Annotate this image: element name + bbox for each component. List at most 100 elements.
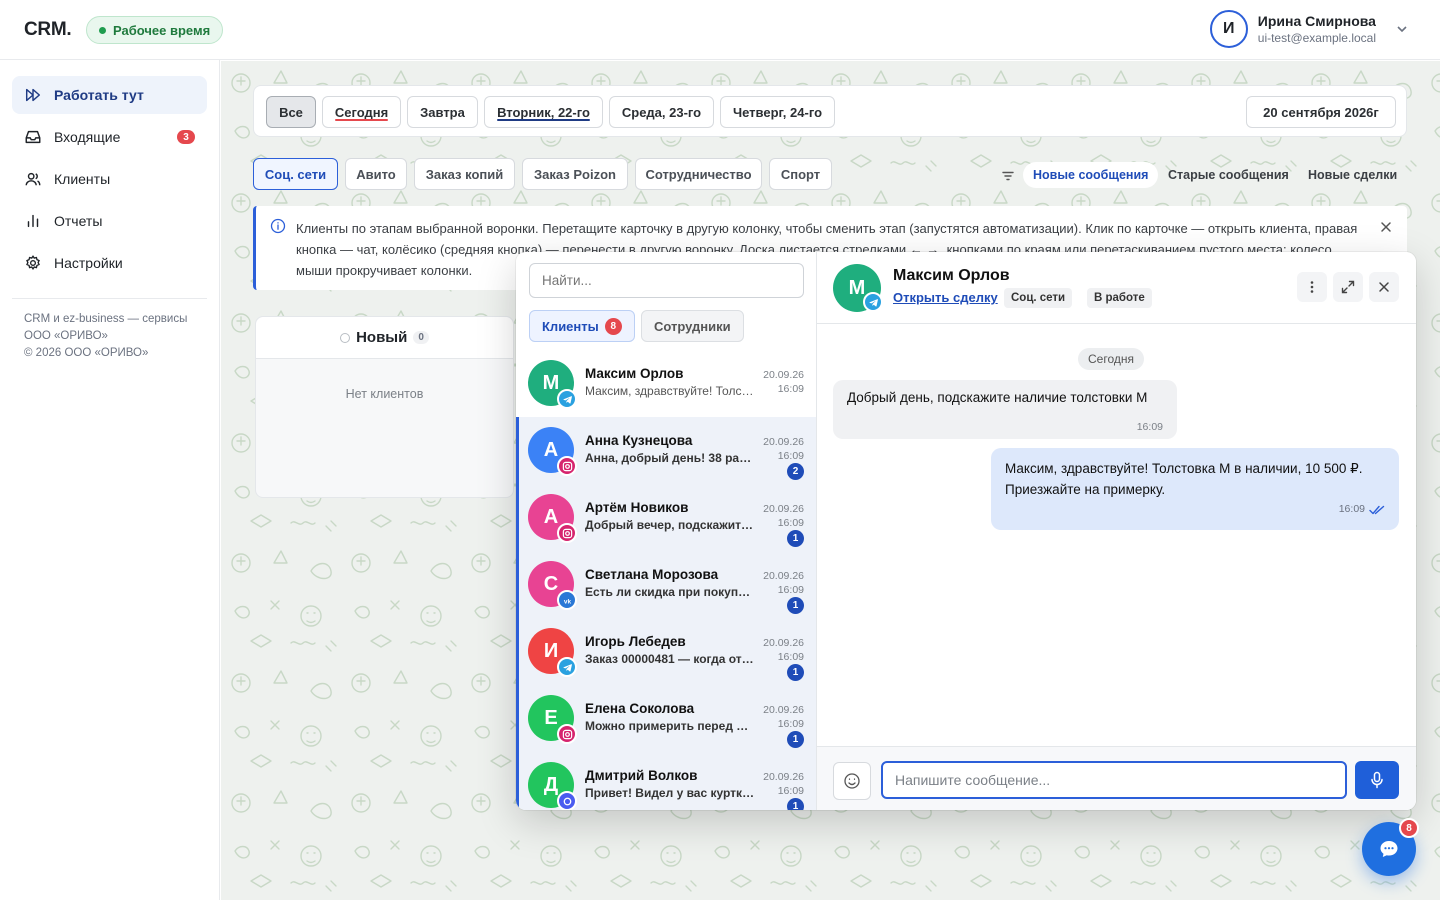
more-options-button[interactable] (1297, 272, 1327, 302)
message-preview: Заказ 00000481 — когда отправка? (585, 652, 755, 666)
message-time: 16:09 (1338, 503, 1365, 515)
day-chip-all[interactable]: Все (266, 96, 316, 128)
open-deal-link[interactable]: Открыть сделку (893, 290, 998, 305)
conversation-row[interactable]: Д Дмитрий Волков Привет! Видел у вас куртк… (516, 752, 816, 810)
funnel-chip-sport[interactable]: Спорт (769, 158, 832, 190)
emoji-button[interactable] (833, 762, 871, 800)
sort-tab-old-messages[interactable]: Старые сообщения (1158, 162, 1299, 188)
conversation-row[interactable]: Сvk Светлана Морозова Есть ли скидка при п… (516, 551, 816, 618)
message-incoming: Добрый день, подскажите наличие толстовк… (833, 380, 1177, 439)
user-menu[interactable]: И Ирина Смирнова ui-test@example.local (1209, 10, 1410, 48)
conversation-row[interactable]: ААртём НовиковДобрый вечер, подскажите п… (516, 484, 816, 551)
message-text: Максим, здравствуйте! Толстовка М в нали… (1005, 461, 1363, 497)
funnel-chip-cooperation[interactable]: Сотрудничество (635, 158, 762, 190)
vk-icon: vk (557, 590, 577, 610)
conversation-datetime: 20.09.26 16:09 (763, 368, 804, 396)
inbox-count-badge: 3 (177, 130, 195, 144)
funnel-chip-copy-orders[interactable]: Заказ копий (414, 158, 515, 190)
conversation-row[interactable]: М Максим Орлов Максим, здравствуйте! Толст… (516, 350, 816, 417)
date-picker-button[interactable]: 20 сентября 2026г (1246, 96, 1396, 128)
stage-circle-icon (340, 332, 351, 343)
conversation-row[interactable]: А Анна Кузнецова Анна, добрый день! 38 раз… (516, 417, 816, 484)
conversation-row[interactable]: И Игорь Лебедев Заказ 00000481 — когда отп… (516, 618, 816, 685)
sort-tab-new-deals[interactable]: Новые сделки (1298, 162, 1407, 188)
telegram-icon (557, 389, 577, 409)
contact-name: Светлана Морозова (585, 567, 719, 582)
sidebar-item-label: Настройки (54, 255, 123, 271)
instagram-icon (557, 724, 577, 744)
conversation-list: Клиенты 8 Сотрудники ММаксим ОрловМаксим… (516, 252, 817, 810)
status-dot-icon (99, 26, 106, 34)
sidebar-item-inbox[interactable]: Входящие 3 (12, 118, 207, 156)
conversation-view: М Максим Орлов Открыть сделку Соц. сети … (817, 252, 1416, 810)
funnel-tag: Соц. сети (1004, 288, 1073, 308)
gear-icon (26, 255, 40, 271)
footer-line: CRM и ez-business — сервисы (24, 313, 188, 325)
unread-count-badge: 1 (787, 798, 804, 810)
today-underline (335, 119, 388, 121)
clients-count-badge: 8 (604, 317, 622, 335)
day-chip-wednesday[interactable]: Среда, 23-го (609, 96, 714, 128)
conversation-date: 20.09.26 (763, 503, 804, 515)
voice-record-button[interactable] (1355, 761, 1399, 799)
kanban-column-new: Новый 0 Нет клиентов (255, 316, 514, 498)
work-status-badge[interactable]: Рабочее время (86, 16, 224, 44)
conversation-time: 16:09 (777, 785, 804, 797)
sidebar-item-clients[interactable]: Клиенты (12, 160, 207, 198)
tab-label: Сотрудники (654, 318, 731, 334)
conversation-datetime: 20.09.26 16:09 (763, 770, 804, 798)
close-icon[interactable] (1379, 220, 1393, 234)
sidebar-item-label: Входящие (54, 129, 121, 145)
sort-tab-new-messages[interactable]: Новые сообщения (1023, 162, 1159, 188)
message-preview: Анна, добрый день! 38 размер есть в нали… (585, 451, 755, 465)
top-bar: CRM. Рабочее время И Ирина Смирнова ui-t… (0, 0, 1440, 60)
conversation-row[interactable]: ЕЕлена СоколоваМожно примерить перед пок… (516, 685, 816, 752)
message-text: Добрый день, подскажите наличие толстовк… (847, 390, 1148, 405)
funnel-chip-poizon[interactable]: Заказ Poizon (522, 158, 628, 190)
svg-text:vk: vk (563, 598, 571, 605)
tab-staff[interactable]: Сотрудники (641, 310, 744, 342)
tab-clients[interactable]: Клиенты 8 (529, 310, 635, 342)
message-input[interactable] (881, 761, 1347, 799)
close-icon (1379, 282, 1389, 292)
app-logo[interactable]: CRM. (24, 19, 72, 41)
unread-count-badge: 1 (787, 597, 804, 614)
expand-button[interactable] (1333, 272, 1363, 302)
day-chip-thursday[interactable]: Четверг, 24-го (720, 96, 835, 128)
message-preview: Максим, здравствуйте! Толстовка М в нали… (585, 384, 755, 398)
tuesday-underline (497, 119, 590, 121)
sidebar-item-label: Отчеты (54, 213, 103, 229)
sidebar: Работать тут Входящие 3 Клиенты Отчеты Н… (0, 60, 220, 900)
funnel-chip-avito[interactable]: Авито (345, 158, 407, 190)
day-chip-tuesday[interactable]: Вторник, 22-го (484, 96, 603, 128)
conversation-time: 16:09 (777, 584, 804, 596)
conversation-list-header: Клиенты 8 Сотрудники (516, 252, 816, 350)
expand-icon (1341, 280, 1355, 294)
conversation-time: 16:09 (777, 651, 804, 663)
user-email: ui-test@example.local (1257, 31, 1376, 45)
column-title: Новый (356, 329, 408, 346)
conversation-time: 16:09 (777, 450, 804, 462)
max-icon (557, 791, 577, 810)
sidebar-item-label: Работать тут (54, 87, 144, 103)
message-preview: Можно примерить перед покупкой? (585, 719, 755, 733)
contact-name: Елена Соколова (585, 701, 695, 716)
search-input[interactable] (529, 263, 804, 298)
conversation-date: 20.09.26 (763, 771, 804, 783)
column-count: 0 (413, 331, 429, 344)
chat-bubble-icon (1380, 841, 1398, 857)
sidebar-item-settings[interactable]: Настройки (12, 244, 207, 282)
sidebar-item-work-here[interactable]: Работать тут (12, 76, 207, 114)
user-name: Ирина Смирнова (1257, 13, 1376, 29)
filter-lines-icon[interactable] (1001, 169, 1015, 183)
day-chip-tomorrow[interactable]: Завтра (407, 96, 478, 128)
double-check-icon (1369, 505, 1385, 514)
telegram-icon (557, 657, 577, 677)
funnel-chip-social[interactable]: Соц. сети (253, 158, 338, 190)
day-chip-label: Вторник, 22-го (497, 104, 590, 120)
day-chip-today[interactable]: Сегодня (322, 96, 401, 128)
sidebar-item-reports[interactable]: Отчеты (12, 202, 207, 240)
emoji-icon (844, 773, 860, 789)
close-chat-button[interactable] (1369, 272, 1399, 302)
chevron-down-icon[interactable] (1394, 21, 1410, 37)
